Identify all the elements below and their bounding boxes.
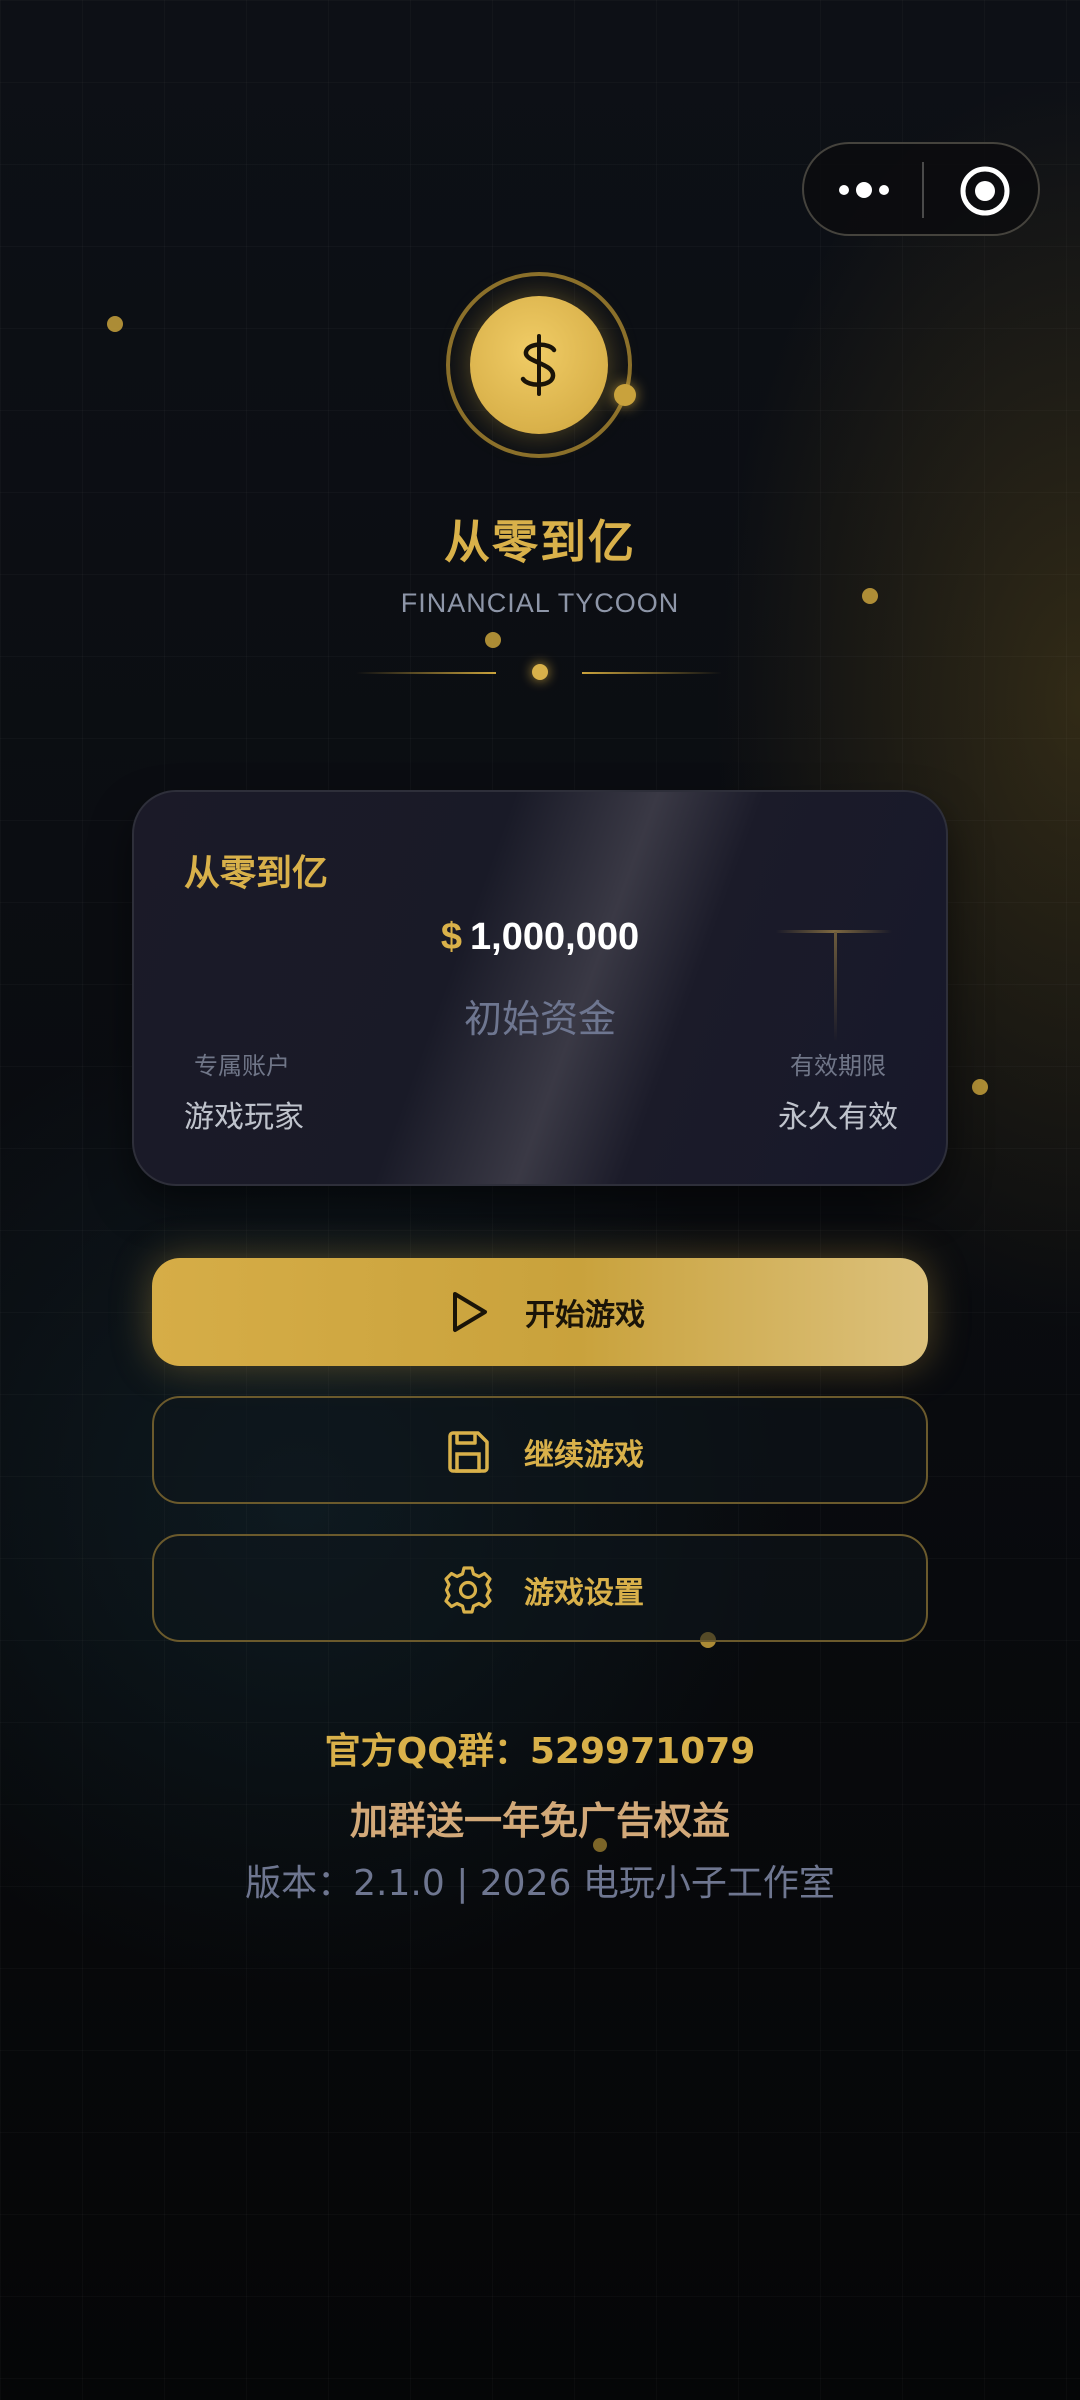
start-game-label: 开始游戏	[525, 1298, 645, 1333]
validity-value: 永久有效	[778, 1100, 898, 1135]
qq-group-text: 官方QQ群：529971079	[324, 1731, 756, 1772]
continue-game-button[interactable]: 继续游戏	[152, 1396, 928, 1504]
divider-dot	[532, 664, 548, 680]
dollar-icon	[520, 334, 557, 396]
card-name: 从零到亿	[184, 853, 329, 894]
account-label: 专属账户	[194, 1052, 290, 1080]
gear-icon	[442, 1564, 494, 1616]
version-text: 版本：2.1.0 | 2026 电玩小子工作室	[245, 1863, 835, 1904]
capsule-divider	[922, 162, 924, 218]
account-value: 游戏玩家	[184, 1100, 304, 1135]
app-subtitle: FINANCIAL TYCOON	[400, 588, 680, 618]
play-icon	[442, 1286, 494, 1338]
card-caption: 初始资金	[463, 997, 616, 1041]
game-settings-button[interactable]: 游戏设置	[152, 1534, 928, 1642]
save-icon	[442, 1426, 494, 1478]
miniprogram-capsule	[802, 142, 1040, 236]
currency-symbol: $	[440, 916, 463, 958]
game-settings-label: 游戏设置	[524, 1576, 644, 1611]
account-card: 从零到亿 $1,000,000 初始资金 专属账户 游戏玩家 有效期限 永久有效	[132, 790, 948, 1186]
card-amount: $1,000,000	[134, 916, 946, 959]
amount-value: 1,000,000	[470, 916, 640, 958]
continue-game-label: 继续游戏	[524, 1438, 644, 1473]
app-title: 从零到亿	[444, 515, 636, 569]
target-close-icon[interactable]	[958, 164, 1012, 218]
particle-dot	[972, 1079, 988, 1095]
validity-label: 有效期限	[790, 1052, 886, 1080]
particle-dot	[107, 316, 123, 332]
promo-text: 加群送一年免广告权益	[349, 1799, 730, 1843]
particle-dot	[485, 632, 501, 648]
divider-line-left	[356, 672, 496, 674]
start-game-button[interactable]: 开始游戏	[152, 1258, 928, 1366]
logo-coin	[470, 296, 608, 434]
logo-orb	[614, 384, 636, 406]
more-dots-icon[interactable]	[834, 168, 894, 212]
divider-line-right	[582, 672, 722, 674]
